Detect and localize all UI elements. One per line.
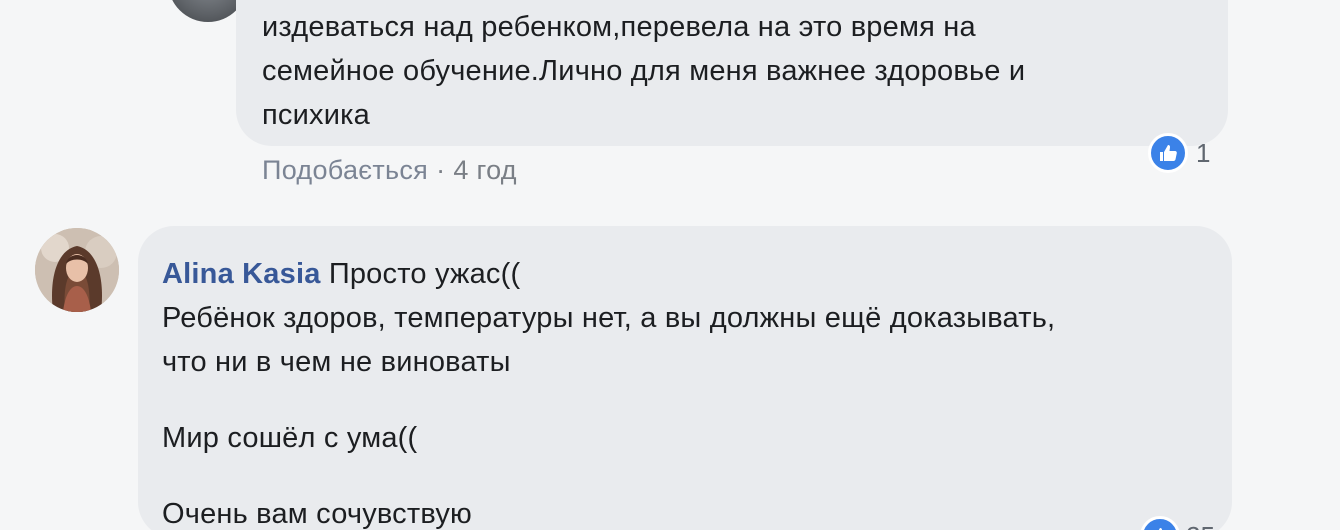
comment-line: Очень вам сочувствую xyxy=(162,498,472,530)
avatar[interactable] xyxy=(35,228,119,312)
separator: · xyxy=(436,155,446,185)
reaction-summary[interactable]: 25 xyxy=(1140,516,1215,530)
comment-line: психика xyxy=(262,99,370,131)
reaction-count: 1 xyxy=(1196,137,1211,168)
thumbs-up-icon xyxy=(1140,516,1180,530)
comment-line: семейное обучение.Лично для меня важнее … xyxy=(262,55,1026,87)
comment-line: Мир сошёл с ума(( xyxy=(162,422,418,454)
reaction-summary[interactable]: 1 xyxy=(1148,133,1210,173)
comment-text: издеваться над ребенком,перевела на это … xyxy=(262,5,1202,137)
comment-line-text: Просто ужас(( xyxy=(328,258,521,290)
comment-actions: Подобається · 4 год xyxy=(262,155,517,186)
comment-text: Alina Kasia Просто ужас(( Ребёнок здоров… xyxy=(162,252,1222,530)
comment-line: издеваться над ребенком,перевела на это … xyxy=(262,11,976,43)
comment-author[interactable]: Alina Kasia xyxy=(162,258,321,290)
comment-line: что ни в чем не виноваты xyxy=(162,346,511,378)
comment-time[interactable]: 4 год xyxy=(453,155,516,185)
comment-line: Ребёнок здоров, температуры нет, а вы до… xyxy=(162,302,1056,334)
reaction-count: 25 xyxy=(1186,521,1215,530)
comment-bubble: Alina Kasia Просто ужас(( Ребёнок здоров… xyxy=(138,226,1232,530)
like-link[interactable]: Подобається xyxy=(262,155,428,185)
comment-bubble: издеваться над ребенком,перевела на это … xyxy=(236,0,1228,146)
comment-line: Alina Kasia Просто ужас(( xyxy=(162,252,1222,296)
thumbs-up-icon xyxy=(1148,133,1188,173)
comments-thread: издеваться над ребенком,перевела на это … xyxy=(0,0,1340,530)
